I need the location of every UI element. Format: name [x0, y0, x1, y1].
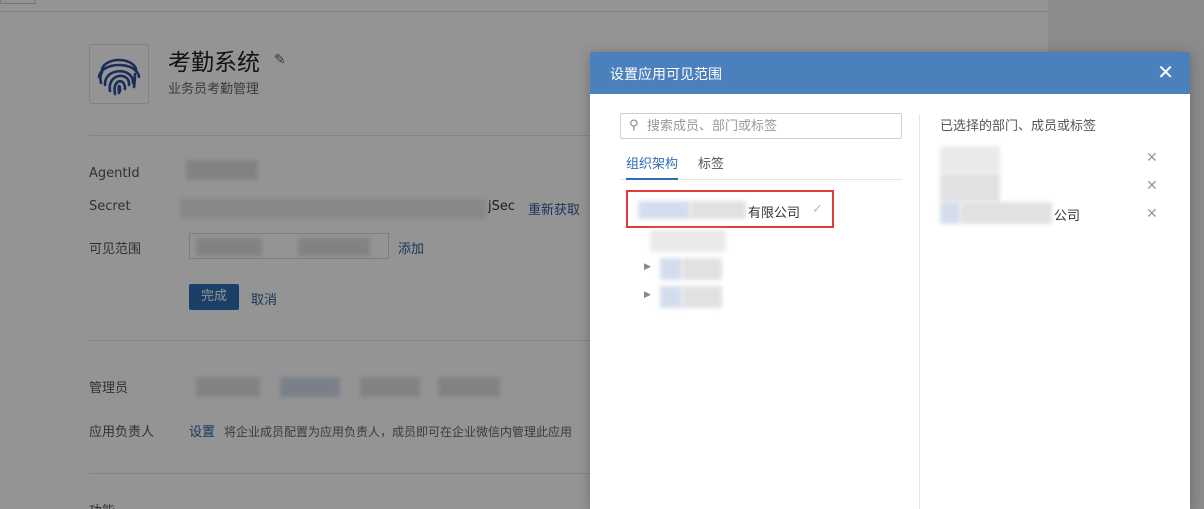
- member-picker-pane: ⚲ 组织架构 标签 有限公司 ✓ ▶ ▶: [590, 94, 920, 509]
- search-input[interactable]: [647, 116, 897, 136]
- picker-tabs: 组织架构 标签: [620, 152, 902, 180]
- tab-tags[interactable]: 标签: [698, 153, 724, 178]
- remove-icon[interactable]: ✕: [1146, 178, 1158, 194]
- dialog-title: 设置应用可见范围: [610, 67, 722, 83]
- tree-node-redacted[interactable]: [660, 258, 682, 280]
- selected-pane: 已选择的部门、成员或标签 ✕ ✕ 公司 ✕: [920, 94, 1190, 509]
- tab-org-structure[interactable]: 组织架构: [626, 153, 679, 180]
- dialog-header: 设置应用可见范围 ✕: [590, 52, 1190, 94]
- selected-item-redacted: [940, 146, 1000, 174]
- tree-node-redacted[interactable]: [682, 286, 722, 308]
- expand-arrow-icon[interactable]: ▶: [644, 290, 651, 300]
- remove-icon[interactable]: ✕: [1146, 150, 1158, 166]
- tree-root-label[interactable]: 有限公司: [748, 202, 800, 221]
- remove-icon[interactable]: ✕: [1146, 206, 1158, 222]
- selected-heading: 已选择的部门、成员或标签: [940, 119, 1097, 134]
- check-icon[interactable]: ✓: [812, 202, 823, 217]
- search-icon: ⚲: [629, 118, 639, 133]
- tree-node-redacted[interactable]: [660, 286, 682, 308]
- visibility-scope-dialog: 设置应用可见范围 ✕ ⚲ 组织架构 标签 有限公司 ✓ ▶ ▶ 已选择的部门、成…: [590, 52, 1190, 509]
- selected-item-label: 公司: [1054, 209, 1081, 224]
- tree-root-name-redacted: [638, 201, 690, 219]
- tree-node-redacted[interactable]: [650, 230, 726, 252]
- selected-item-redacted: [940, 174, 1000, 202]
- selected-item-redacted: [940, 202, 960, 224]
- selected-item-redacted: [960, 202, 1052, 224]
- search-field[interactable]: ⚲: [620, 113, 902, 139]
- tree-node-redacted[interactable]: [682, 258, 722, 280]
- expand-arrow-icon[interactable]: ▶: [644, 262, 651, 272]
- close-icon[interactable]: ✕: [1157, 62, 1174, 82]
- tree-root-name-redacted: [690, 201, 746, 219]
